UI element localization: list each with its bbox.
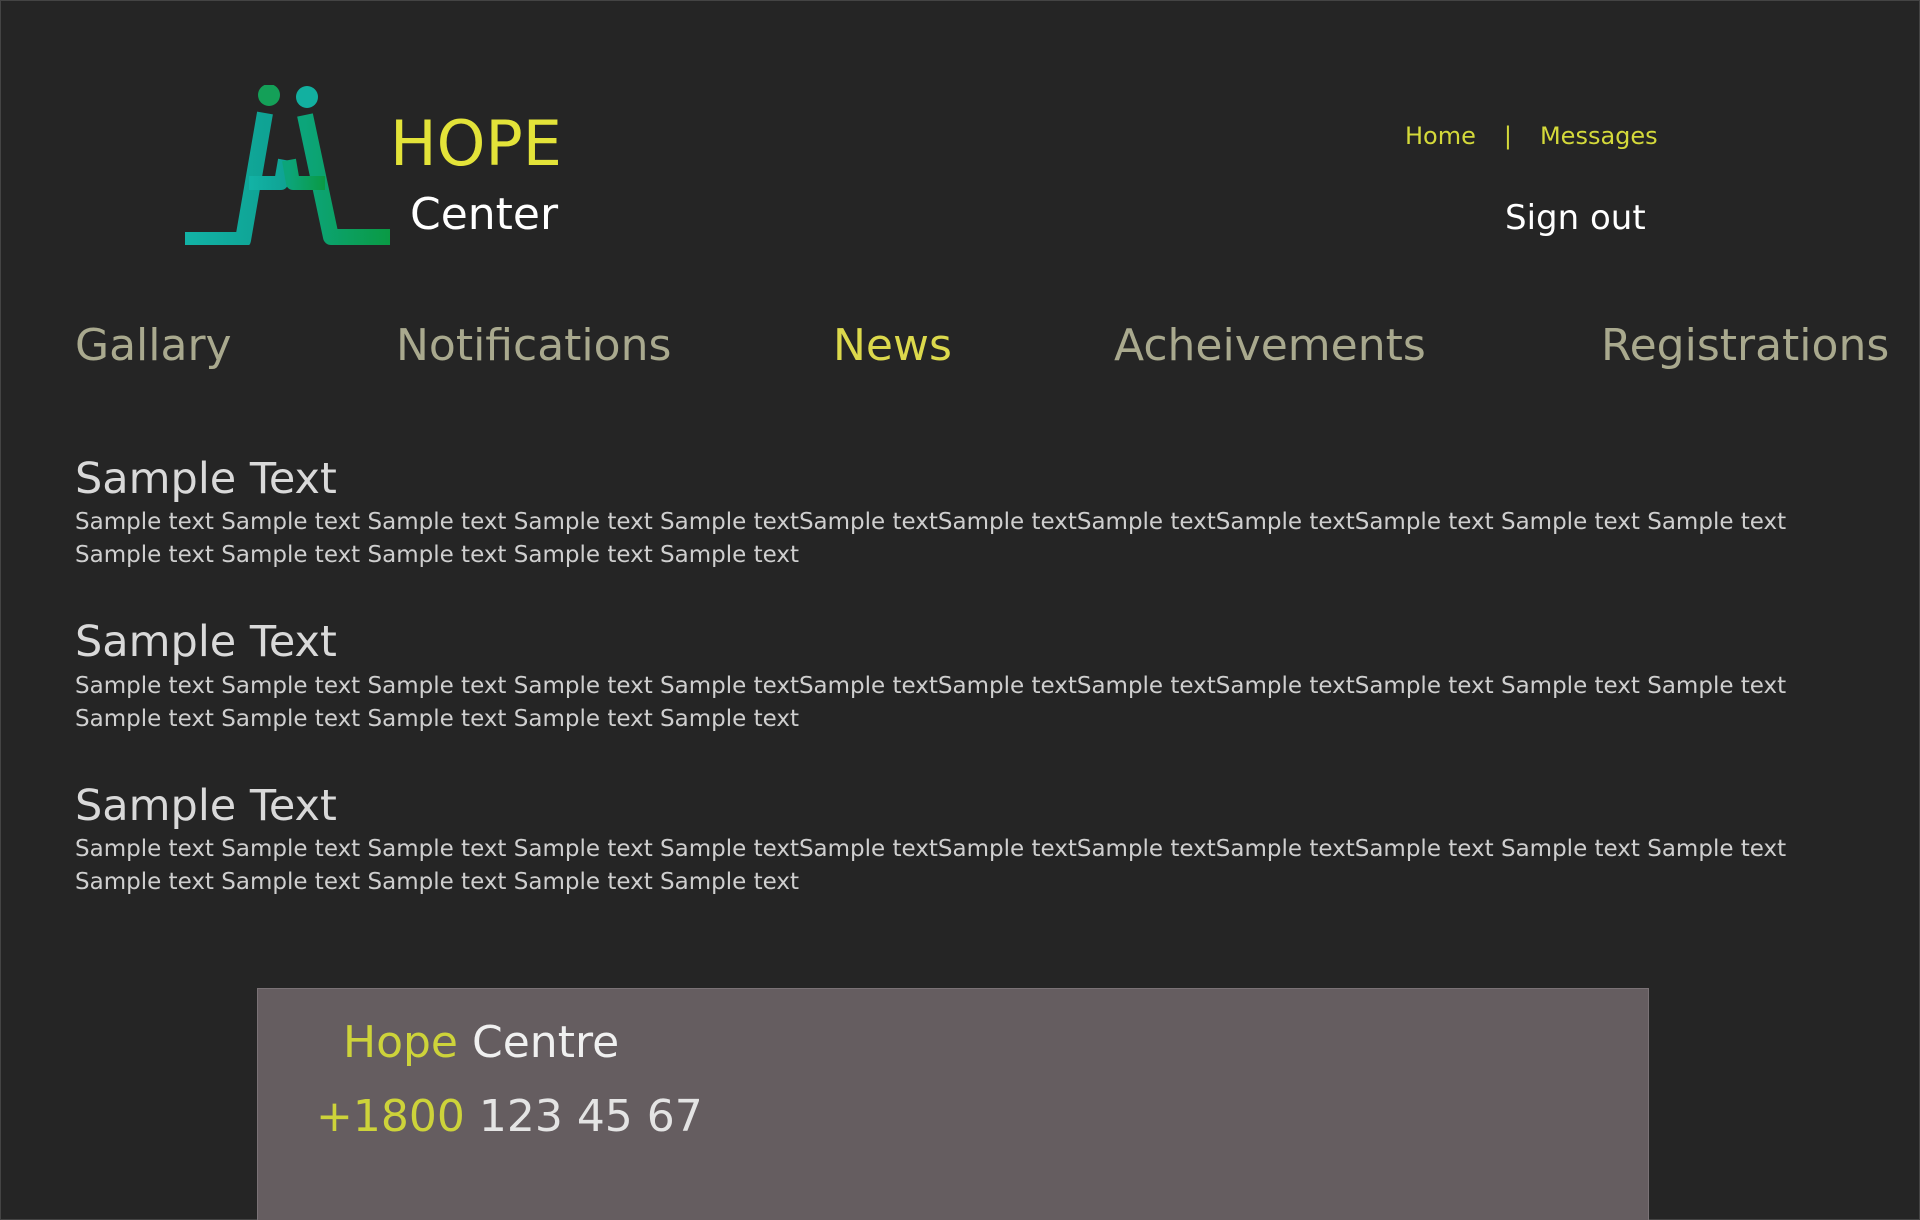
article-title[interactable]: Sample Text [75, 617, 1855, 667]
brand-name-bottom: Center [410, 189, 559, 240]
article-title[interactable]: Sample Text [75, 454, 1855, 504]
nav-item-gallary[interactable]: Gallary [75, 320, 232, 371]
footer-title: Hope Centre [343, 1017, 619, 1068]
nav-item-registrations[interactable]: Registrations [1601, 320, 1889, 371]
messages-link[interactable]: Messages [1540, 122, 1658, 150]
article-body: Sample text Sample text Sample text Samp… [75, 509, 1787, 569]
footer-phone: +1800 123 45 67 [316, 1091, 703, 1142]
footer-title-accent: Hope [343, 1017, 459, 1068]
nav-item-notifications[interactable]: Notifications [396, 320, 671, 371]
nav-item-acheivements[interactable]: Acheivements [1114, 320, 1426, 371]
home-link[interactable]: Home [1405, 122, 1476, 150]
sign-out-link[interactable]: Sign out [1505, 198, 1646, 238]
news-article: Sample Text Sample text Sample text Samp… [75, 781, 1855, 899]
article-title[interactable]: Sample Text [75, 781, 1855, 831]
footer: Hope Centre +1800 123 45 67 [257, 988, 1649, 1220]
link-separator: | [1503, 122, 1512, 150]
news-list: Sample Text Sample text Sample text Samp… [75, 454, 1855, 945]
main-nav: Gallary Notifications News Acheivements … [0, 320, 1920, 380]
phone-number: 123 45 67 [478, 1091, 703, 1142]
brand-name-top: HOPE [390, 107, 562, 180]
news-article: Sample Text Sample text Sample text Samp… [75, 454, 1855, 572]
article-body: Sample text Sample text Sample text Samp… [75, 836, 1787, 896]
top-links: Home | Messages [1405, 122, 1658, 150]
footer-title-plain: Centre [472, 1017, 620, 1068]
news-article: Sample Text Sample text Sample text Samp… [75, 617, 1855, 735]
nav-item-news[interactable]: News [833, 320, 952, 371]
article-body: Sample text Sample text Sample text Samp… [75, 672, 1787, 732]
phone-prefix: +1800 [316, 1091, 465, 1142]
logo-icon [185, 85, 390, 245]
